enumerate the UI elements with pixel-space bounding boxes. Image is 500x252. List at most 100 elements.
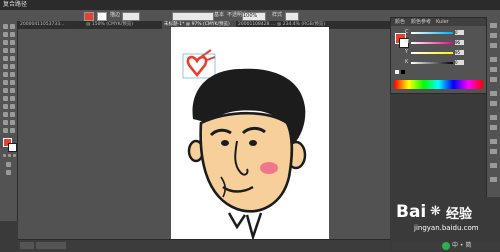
character-panel-icon[interactable] — [490, 177, 497, 182]
watermark-brand: Bai — [396, 202, 427, 222]
blend-tool-icon[interactable] — [10, 104, 15, 109]
transparency-panel-icon[interactable] — [490, 77, 497, 82]
left-eye — [221, 140, 229, 146]
slider-k[interactable] — [411, 62, 453, 64]
slice-tool-icon[interactable] — [10, 120, 15, 125]
rectangle-tool-icon[interactable] — [10, 48, 15, 53]
eraser-tool-icon[interactable] — [10, 64, 15, 69]
watermark-domain: jingyan.baidu.com — [414, 224, 479, 232]
style-label: 基本 — [214, 12, 225, 18]
color-panel: 颜色 颜色参考 Kuler C 0 M 96 Y 95 K 0 — [390, 17, 487, 94]
channel-y-label: Y — [405, 49, 409, 55]
panel-dock — [486, 17, 500, 197]
rotate-tool-icon[interactable] — [3, 72, 8, 77]
color-mode-icon[interactable] — [3, 154, 6, 157]
selection-tool-icon[interactable] — [3, 24, 8, 29]
free-transform-icon[interactable] — [10, 80, 15, 85]
status-bar — [18, 239, 390, 252]
paw-icon: ❋ — [430, 204, 441, 219]
brush-tool-icon[interactable] — [3, 56, 8, 61]
screen-mode-icon[interactable] — [6, 170, 11, 175]
hand-tool-icon[interactable] — [3, 128, 8, 133]
baidu-watermark: Bai ❋ 经验 jingyan.baidu.com — [390, 200, 500, 240]
pen-tool-icon[interactable] — [3, 40, 8, 45]
brushes-panel-icon[interactable] — [490, 33, 497, 38]
tab-kuler[interactable]: Kuler — [436, 18, 449, 26]
color-panel-header: 颜色 颜色参考 Kuler — [391, 18, 486, 26]
menu-bar: 复合路径 — [0, 0, 500, 10]
heart-accent-line-1 — [200, 49, 212, 58]
brush-field[interactable] — [172, 12, 214, 21]
artboard-navigator[interactable] — [36, 242, 66, 249]
ime-logo-icon[interactable] — [442, 242, 450, 250]
drawing-mode-icon[interactable] — [6, 162, 11, 167]
appearance-panel-icon[interactable] — [490, 91, 497, 96]
opacity-field[interactable]: 100% — [242, 12, 266, 21]
direct-selection-tool-icon[interactable] — [10, 24, 15, 29]
slider-m[interactable] — [411, 42, 453, 44]
shape-builder-icon[interactable] — [3, 88, 8, 93]
artboard-tool-icon[interactable] — [3, 120, 8, 125]
transform-panel-icon[interactable] — [490, 139, 497, 144]
scale-tool-icon[interactable] — [10, 72, 15, 77]
graph-tool-icon[interactable] — [10, 112, 15, 117]
pathfinder-panel-icon[interactable] — [490, 163, 497, 168]
shirt-collar-right — [245, 212, 263, 242]
symbols-panel-icon[interactable] — [490, 43, 497, 48]
swatches-panel-icon[interactable] — [490, 23, 497, 28]
heart-shape — [186, 55, 208, 78]
gradient-panel-icon[interactable] — [490, 67, 497, 72]
fill-swatch[interactable] — [84, 12, 94, 21]
heart-accent-line-2 — [206, 56, 216, 61]
watermark-brand2: 经验 — [446, 207, 473, 222]
ime-bar: 中 • 简 — [392, 241, 500, 251]
eyedropper-icon[interactable] — [3, 104, 8, 109]
black-swatch[interactable] — [401, 70, 405, 74]
slider-y[interactable] — [411, 52, 453, 54]
align-panel-icon[interactable] — [490, 149, 497, 154]
stroke-color-icon[interactable] — [8, 143, 17, 152]
face-shape — [199, 111, 294, 213]
value-m[interactable]: 96 — [455, 40, 464, 45]
stroke-label: 描边 — [110, 12, 121, 18]
none-mode-icon[interactable] — [13, 154, 16, 157]
color-spectrum[interactable] — [394, 80, 483, 89]
shirt-collar — [227, 212, 247, 230]
artboards-panel-icon[interactable] — [490, 125, 497, 130]
zoom-tool-icon[interactable] — [10, 128, 15, 133]
tab-doc-1[interactable]: 20000411053733… — [18, 21, 84, 29]
none-swatch[interactable] — [395, 70, 399, 74]
value-k[interactable]: 0 — [455, 60, 464, 65]
symbol-sprayer-icon[interactable] — [3, 112, 8, 117]
graphic-styles-panel-icon[interactable] — [490, 101, 497, 106]
line-tool-icon[interactable] — [3, 48, 8, 53]
stroke-panel-icon[interactable] — [490, 57, 497, 62]
perspective-grid-icon[interactable] — [10, 88, 15, 93]
value-c[interactable]: 0 — [455, 30, 464, 35]
right-eye — [249, 140, 257, 146]
gradient-tool-icon[interactable] — [10, 96, 15, 101]
tab-color[interactable]: 颜色 — [395, 18, 405, 26]
ime-label: 中 • 简 — [452, 242, 472, 249]
layers-panel-icon[interactable] — [490, 115, 497, 120]
blob-brush-icon[interactable] — [3, 64, 8, 69]
value-y[interactable]: 95 — [455, 50, 464, 55]
tab-color-guide[interactable]: 颜色参考 — [411, 18, 431, 26]
artboard[interactable] — [171, 27, 329, 242]
tab-doc-2[interactable]: @ 150% (CMYK/预览) — [84, 21, 150, 29]
lasso-icon[interactable] — [10, 32, 15, 37]
style-dropdown[interactable] — [285, 12, 299, 21]
pencil-tool-icon[interactable] — [10, 56, 15, 61]
cartoon-face-illustration — [182, 49, 307, 242]
magic-wand-icon[interactable] — [3, 32, 8, 37]
cheek-blush — [260, 162, 278, 174]
gradient-mode-icon[interactable] — [8, 154, 11, 157]
zoom-field[interactable] — [20, 242, 34, 249]
stroke-width-field[interactable] — [122, 12, 140, 21]
width-tool-icon[interactable] — [3, 80, 8, 85]
stroke-swatch[interactable] — [97, 12, 107, 21]
type-tool-icon[interactable] — [10, 40, 15, 45]
style2-label: 样式 — [272, 12, 283, 18]
mesh-tool-icon[interactable] — [3, 96, 8, 101]
slider-c[interactable] — [411, 32, 453, 34]
